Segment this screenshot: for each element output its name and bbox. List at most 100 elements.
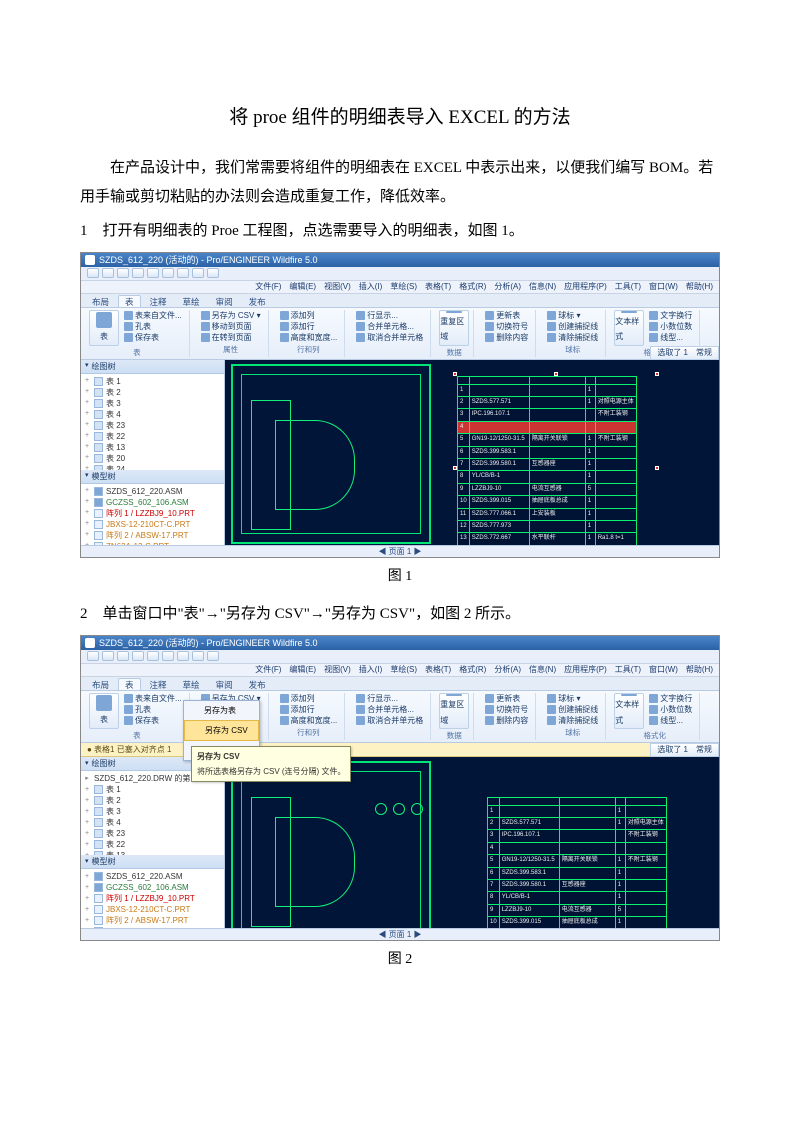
menu-item[interactable]: 草绘(S) (390, 279, 417, 294)
ribbon-button[interactable]: 删除内容 (482, 715, 531, 726)
sheet-tab[interactable]: ◀ 页面 1 ▶ (87, 544, 713, 558)
ribbon-button[interactable]: 重复区域 (439, 310, 469, 346)
menu-item[interactable]: 工具(T) (615, 662, 641, 677)
tree-item[interactable]: +表 23 (83, 828, 222, 839)
ribbon-button[interactable]: 取消合并单元格 (353, 715, 426, 726)
ribbon-button[interactable]: 清除捕捉线 (544, 332, 601, 343)
selection-handle[interactable] (453, 372, 457, 376)
ribbon-button[interactable]: 表 (89, 310, 119, 346)
menu-item[interactable]: 分析(A) (494, 279, 521, 294)
ribbon-button[interactable]: 文本样式 (614, 310, 644, 346)
ribbon-button[interactable]: 保存表 (121, 715, 185, 726)
menu-item[interactable]: 视图(V) (324, 279, 351, 294)
dropdown-item[interactable]: 另存为表 (184, 701, 259, 720)
ribbon-tab[interactable]: 草绘 (176, 295, 207, 307)
menu-item[interactable]: 帮助(H) (686, 279, 713, 294)
qat-button[interactable] (102, 268, 114, 278)
ribbon-tab[interactable]: 布局 (85, 295, 116, 307)
qat-button[interactable] (132, 268, 144, 278)
menu-item[interactable]: 窗口(W) (649, 279, 678, 294)
menu-item[interactable]: 帮助(H) (686, 662, 713, 677)
selection-handle[interactable] (554, 372, 558, 376)
menu-item[interactable]: 信息(N) (529, 662, 556, 677)
menu-item[interactable]: 窗口(W) (649, 662, 678, 677)
ribbon-button[interactable]: 重复区域 (439, 693, 469, 729)
ribbon-tab[interactable]: 发布 (242, 678, 273, 690)
menu-item[interactable]: 插入(I) (359, 279, 383, 294)
ribbon-tab[interactable]: 表 (118, 678, 141, 690)
ribbon-tab[interactable]: 注释 (143, 678, 174, 690)
ribbon-tab[interactable]: 注释 (143, 295, 174, 307)
qat-button[interactable] (132, 651, 144, 661)
qat-button[interactable] (162, 651, 174, 661)
ribbon-button[interactable]: 线型... (646, 715, 695, 726)
menu-item[interactable]: 草绘(S) (390, 662, 417, 677)
menu-item[interactable]: 文件(F) (255, 279, 281, 294)
menu-item[interactable]: 应用程序(P) (564, 279, 607, 294)
panel-header[interactable]: 绘图树 (81, 360, 224, 374)
ribbon-tab[interactable]: 发布 (242, 295, 273, 307)
menu-item[interactable]: 编辑(E) (289, 662, 316, 677)
panel-header[interactable]: 模型树 (81, 855, 224, 869)
ribbon-button[interactable]: 高度和宽度... (277, 715, 341, 726)
menu-item[interactable]: 视图(V) (324, 662, 351, 677)
ribbon-button[interactable]: 取消合并单元格 (353, 332, 426, 343)
ribbon-button[interactable]: 删除内容 (482, 332, 531, 343)
ribbon-button[interactable]: 高度和宽度... (277, 332, 341, 343)
selection-handle[interactable] (655, 372, 659, 376)
ribbon-button[interactable]: 文本样式 (614, 693, 644, 729)
ribbon-tab[interactable]: 布局 (85, 678, 116, 690)
tree-item[interactable]: +表 4 (83, 817, 222, 828)
ribbon-button[interactable]: 保存表 (121, 332, 185, 343)
ribbon-button[interactable]: 表来自文件... (121, 310, 185, 321)
qat-button[interactable] (177, 268, 189, 278)
ribbon-button[interactable]: 在转到页面 (198, 332, 264, 343)
bom-table[interactable]: 112SZDS.577.5711对照电源主体3IPC.196.107.1不附工装… (487, 797, 667, 941)
menu-item[interactable]: 插入(I) (359, 662, 383, 677)
tree-item[interactable]: +表 22 (83, 839, 222, 850)
menu-item[interactable]: 表格(T) (425, 662, 451, 677)
dropdown-item[interactable]: 另存为 CSV (184, 720, 259, 741)
panel-header[interactable]: 模型树 (81, 470, 224, 484)
qat-button[interactable] (192, 651, 204, 661)
qat-button[interactable] (192, 268, 204, 278)
bom-table[interactable]: 112SZDS.577.5711对照电源主体3IPC.196.107.1不附工装… (457, 376, 637, 558)
qat-button[interactable] (87, 651, 99, 661)
selection-handle[interactable] (655, 466, 659, 470)
tree-item[interactable]: +表 1 (83, 376, 222, 387)
selection-handle[interactable] (453, 466, 457, 470)
ribbon-tab[interactable]: 审阅 (209, 678, 240, 690)
tree-item[interactable]: +表 23 (83, 420, 222, 431)
tree-item[interactable]: +表 20 (83, 453, 222, 464)
ribbon-button[interactable]: 表来自文件... (121, 693, 185, 704)
tree-item[interactable]: +表 2 (83, 387, 222, 398)
ribbon-tab[interactable]: 草绘 (176, 678, 207, 690)
tree-item[interactable]: +表 2 (83, 795, 222, 806)
ribbon-tab[interactable]: 审阅 (209, 295, 240, 307)
qat-button[interactable] (102, 651, 114, 661)
sheet-tab[interactable]: ◀ 页面 1 ▶ (87, 927, 713, 941)
menu-item[interactable]: 文件(F) (255, 662, 281, 677)
drawing-canvas[interactable]: 112SZDS.577.5711对照电源主体3IPC.196.107.1不附工装… (225, 757, 719, 941)
qat-button[interactable] (117, 651, 129, 661)
tree-item[interactable]: +表 3 (83, 806, 222, 817)
tree-item[interactable]: +表 13 (83, 442, 222, 453)
menu-item[interactable]: 应用程序(P) (564, 662, 607, 677)
menu-item[interactable]: 编辑(E) (289, 279, 316, 294)
qat-button[interactable] (117, 268, 129, 278)
qat-button[interactable] (207, 651, 219, 661)
qat-button[interactable] (147, 651, 159, 661)
qat-button[interactable] (162, 268, 174, 278)
menu-item[interactable]: 分析(A) (494, 662, 521, 677)
menu-item[interactable]: 格式(R) (459, 279, 486, 294)
menu-item[interactable]: 格式(R) (459, 662, 486, 677)
ribbon-button[interactable]: 清除捕捉线 (544, 715, 601, 726)
qat-button[interactable] (147, 268, 159, 278)
qat-button[interactable] (87, 268, 99, 278)
tree-item[interactable]: +表 4 (83, 409, 222, 420)
menu-item[interactable]: 信息(N) (529, 279, 556, 294)
ribbon-tab[interactable]: 表 (118, 295, 141, 307)
qat-button[interactable] (207, 268, 219, 278)
tree-item[interactable]: +表 3 (83, 398, 222, 409)
drawing-canvas[interactable]: 112SZDS.577.5711对照电源主体3IPC.196.107.1不附工装… (225, 360, 719, 558)
